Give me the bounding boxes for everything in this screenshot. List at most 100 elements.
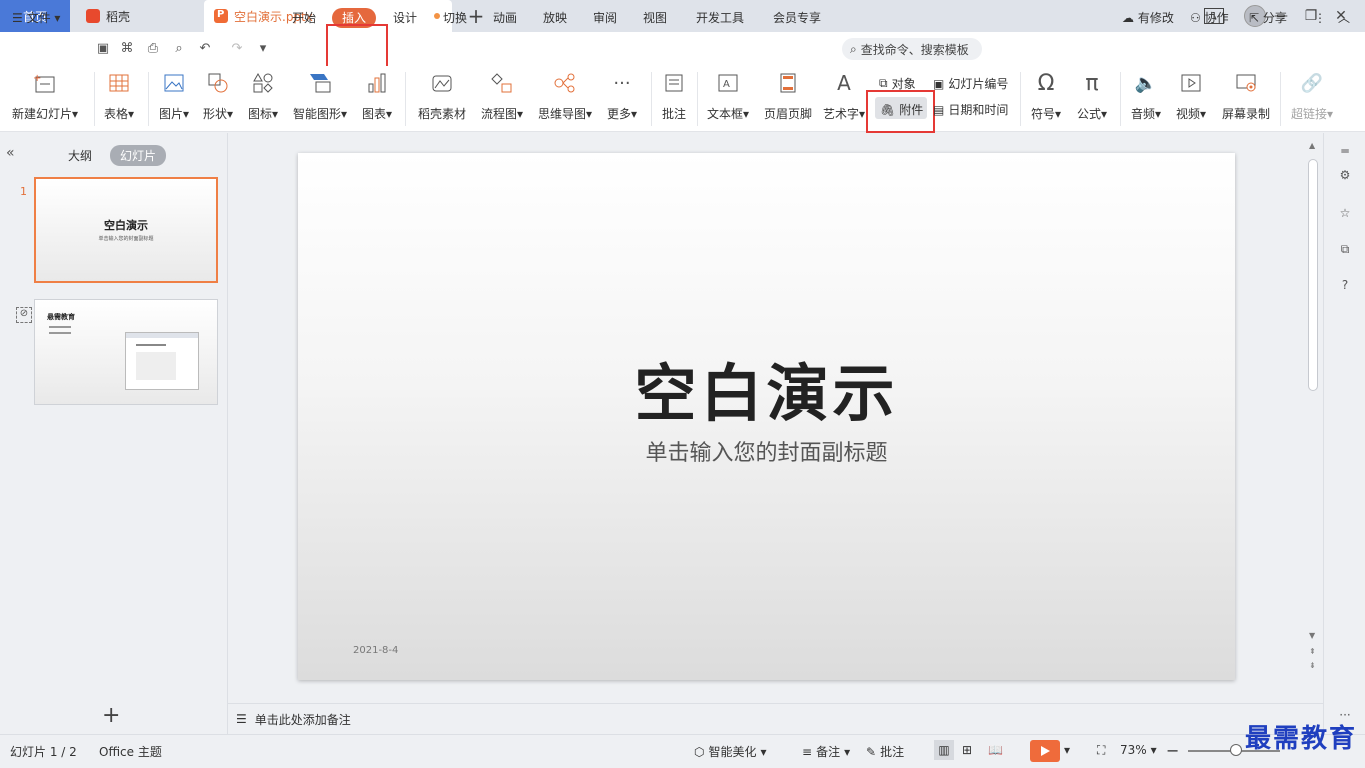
symbol-button[interactable]: Ω 符号▾ <box>1031 70 1061 122</box>
slide-number-button[interactable]: ▣ 幻灯片编号 <box>933 75 1008 92</box>
format-painter-icon[interactable]: ⌘ <box>120 42 134 56</box>
watermark: 最需教育 <box>1245 724 1358 754</box>
notes-label: 备注 <box>816 745 841 759</box>
zoom-out-button[interactable]: − <box>1166 741 1179 760</box>
slide-subtitle[interactable]: 单击输入您的封面副标题 <box>298 435 1235 467</box>
theme-name[interactable]: Office 主题 <box>99 743 162 760</box>
collapse-ribbon-icon[interactable]: ︿ <box>1338 8 1350 28</box>
redo-icon[interactable]: ↷ <box>230 42 244 56</box>
table-button[interactable]: 表格▾ <box>104 70 134 122</box>
menu-developer[interactable]: 开发工具 <box>696 8 744 28</box>
file-menu[interactable]: ☰ 文件 ▾ <box>12 8 60 28</box>
slide-date[interactable]: 2021-8-4 <box>353 645 398 656</box>
notes-button[interactable]: ≡ 备注 ▾ <box>802 743 850 760</box>
chart-icon <box>364 70 390 96</box>
new-tab-button[interactable]: + <box>464 4 488 28</box>
notes-icon: ☰ <box>236 712 247 726</box>
collapse-pane-icon[interactable]: « <box>6 145 15 161</box>
more-button[interactable]: ··· 更多▾ <box>607 70 637 122</box>
tab-outline[interactable]: 大纲 <box>58 145 102 166</box>
slide-number: 1 <box>20 185 27 198</box>
help-icon[interactable]: ? <box>1335 275 1355 295</box>
menu-view[interactable]: 视图 <box>643 8 667 28</box>
hyperlink-button[interactable]: 🔗 超链接▾ <box>1291 70 1333 122</box>
header-footer-button[interactable]: 页眉页脚 <box>764 70 812 122</box>
more-menu-icon[interactable]: ⋮ <box>1314 8 1326 28</box>
new-slide-button[interactable]: + 新建幻灯片▾ <box>12 70 78 122</box>
vertical-scrollbar[interactable]: ▲ ▼ ⇞ ⇟ <box>1306 141 1320 693</box>
save-icon[interactable]: ▣ <box>96 42 110 56</box>
scrollbar-thumb[interactable] <box>1308 159 1318 391</box>
date-time-button[interactable]: ▤ 日期和时间 <box>933 101 1008 118</box>
play-options-icon[interactable]: ▾ <box>1064 743 1070 757</box>
normal-view-icon[interactable]: ▥ <box>934 740 954 760</box>
tab-slides[interactable]: 幻灯片 <box>110 145 167 166</box>
screen-record-icon <box>1233 70 1259 96</box>
star-icon[interactable]: ☆ <box>1335 203 1355 223</box>
slide-thumbnail-2[interactable]: 悬需教育 <box>34 299 218 405</box>
file-menu-label: 文件 <box>26 11 51 25</box>
picture-button[interactable]: 图片▾ <box>159 70 189 122</box>
video-label: 视频 <box>1176 107 1201 121</box>
audio-button[interactable]: 🔈 音频▾ <box>1131 70 1161 122</box>
menu-member[interactable]: 会员专享 <box>773 8 821 28</box>
presentation-icon <box>214 9 228 23</box>
sorter-view-icon[interactable]: ⊞ <box>962 743 972 757</box>
shape-button[interactable]: 形状▾ <box>203 70 233 122</box>
slide-title[interactable]: 空白演示 <box>298 343 1235 433</box>
tab-docer[interactable]: 稻壳 <box>72 0 200 32</box>
textbox-button[interactable]: A 文本框▾ <box>707 70 749 122</box>
search-icon: ⌕ <box>850 41 857 56</box>
slide-thumbnail-1[interactable]: 空白演示 单击输入您的封面副标题 <box>34 177 218 283</box>
zoom-level[interactable]: 73% ▾ <box>1120 743 1157 757</box>
menu-review[interactable]: 审阅 <box>593 8 617 28</box>
smart-art-button[interactable]: 智能图形▾ <box>293 70 347 122</box>
flowchart-button[interactable]: 流程图▾ <box>481 70 523 122</box>
link-icon: 🔗 <box>1300 72 1324 94</box>
omega-icon: Ω <box>1037 70 1055 96</box>
thumb2-screenshot <box>125 332 199 390</box>
print-icon[interactable]: ⎙ <box>146 42 160 56</box>
wordart-button[interactable]: A 艺术字▾ <box>823 70 865 122</box>
command-search-input[interactable]: ⌕ 查找命令、搜索模板 <box>842 38 982 60</box>
quick-access-dropdown-icon[interactable]: ▾ <box>256 42 270 56</box>
smart-beautify-button[interactable]: ⬡ 智能美化 ▾ <box>694 743 767 760</box>
notes-placeholder: 单击此处添加备注 <box>254 712 351 727</box>
notes-bar[interactable]: ☰ 单击此处添加备注 <box>228 703 1323 734</box>
reading-view-icon[interactable]: 📖 <box>988 743 1003 757</box>
icon-button[interactable]: 图标▾ <box>248 70 278 122</box>
wordart-icon: A <box>837 71 851 95</box>
print-preview-icon[interactable]: ⌕ <box>172 42 186 56</box>
menu-design[interactable]: 设计 <box>393 8 417 28</box>
play-slideshow-button[interactable] <box>1030 740 1060 762</box>
mindmap-button[interactable]: 思维导图▾ <box>538 70 592 122</box>
menu-animation[interactable]: 动画 <box>493 8 517 28</box>
video-button[interactable]: 视频▾ <box>1176 70 1206 122</box>
changes-button[interactable]: ☁ 有修改 <box>1122 8 1174 28</box>
comments-icon: ✎ <box>866 744 877 759</box>
audio-label: 音频 <box>1131 107 1156 121</box>
zoom-slider-thumb[interactable] <box>1230 744 1242 756</box>
slide-canvas[interactable]: 空白演示 单击输入您的封面副标题 2021-8-4 <box>298 153 1235 680</box>
menu-start[interactable]: 开始 <box>292 8 316 28</box>
tab-docer-label: 稻壳 <box>106 9 131 24</box>
icon-library-icon <box>250 70 276 96</box>
share-button[interactable]: ⇱ 分享 <box>1249 8 1287 28</box>
play-icon <box>1041 746 1050 756</box>
collaborate-button[interactable]: ⚇ 协作 <box>1190 8 1229 28</box>
screen-record-button[interactable]: 屏幕录制 <box>1222 70 1270 122</box>
new-slide-label: 新建幻灯片 <box>12 107 73 121</box>
fit-window-icon[interactable]: ⛶ <box>1097 743 1105 758</box>
undo-icon[interactable]: ↶ <box>198 42 212 56</box>
slide-switch-icon[interactable]: ⧉ <box>1335 239 1355 259</box>
chart-button[interactable]: 图表▾ <box>362 70 392 122</box>
properties-icon[interactable]: ⚙ <box>1335 165 1355 185</box>
svg-text:+: + <box>33 73 41 84</box>
formula-button[interactable]: π 公式▾ <box>1077 70 1107 122</box>
comment-button[interactable]: 批注 <box>661 70 687 122</box>
menu-transition[interactable]: 切换 <box>443 8 467 28</box>
comments-button[interactable]: ✎ 批注 <box>866 743 904 760</box>
add-slide-button[interactable]: + <box>102 703 120 728</box>
menu-slideshow[interactable]: 放映 <box>543 8 567 28</box>
docer-material-button[interactable]: 稻壳素材 <box>418 70 466 122</box>
